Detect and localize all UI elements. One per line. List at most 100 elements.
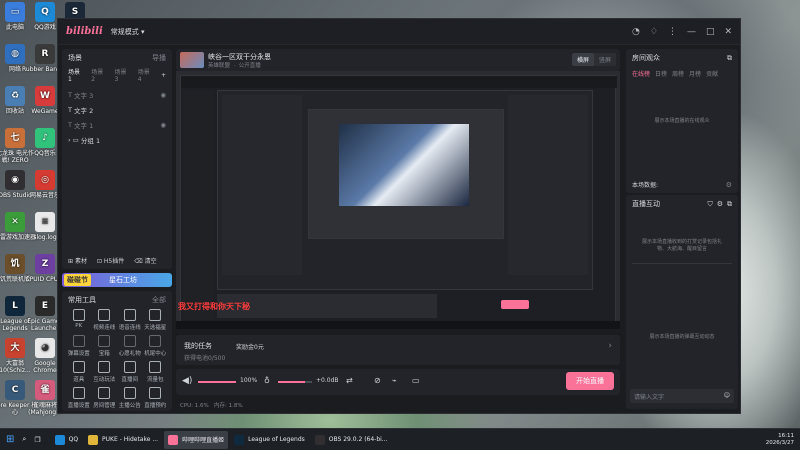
tool-item[interactable]: 互动玩法 [92,361,118,383]
tool-item[interactable]: 机尾中心 [143,335,169,357]
taskbar-app-label: QQ [68,436,79,443]
scene-tab-2[interactable]: 场景2 [91,67,106,83]
tool-item[interactable]: 直播预约 [143,387,169,409]
tool-label: PK [75,323,83,329]
settings-icon[interactable]: ⚙ [726,181,732,189]
scene-tab-1[interactable]: 场景1 [68,67,83,83]
source-item[interactable]: T 文字 2 [62,102,172,117]
scene-tab-3[interactable]: 场景3 [114,67,129,83]
popout-icon[interactable]: ⧉ [727,54,732,63]
cover-thumbnail[interactable] [180,52,204,68]
speaker-volume: 100% [240,377,258,384]
tool-label: 宝箱 [98,351,110,357]
tool-item[interactable]: PK [66,309,92,331]
app-icon: 雀 [35,380,55,400]
add-scene-icon[interactable]: + [161,72,166,79]
popout-icon[interactable]: ⧉ [727,200,732,209]
stream-visibility[interactable]: 公开直播 [239,63,261,69]
tool-icon [98,335,111,347]
task-arrow-icon[interactable]: › [608,341,612,351]
tool-item[interactable]: 心愿礼物 [117,335,143,357]
taskbar-app[interactable]: League of Legends [230,431,309,449]
camera-icon[interactable]: ▭ [412,376,420,385]
scene-panel: 场景 导播 场景1 场景2 场景3 场景4 + T 文字 3 ◉ T 文字 2 T… [62,49,172,269]
mic-icon[interactable]: ♁ [264,376,270,385]
swap-icon[interactable]: ⇄ [346,376,353,385]
mode-selector[interactable]: 常规模式 ▾ [111,27,145,37]
user-icon[interactable]: ◔ [632,27,640,37]
taskbar-app[interactable]: QQ [51,431,82,449]
app-icon: ≡ [35,212,55,232]
app-icon: Z [35,254,55,274]
speaker-icon[interactable]: ◀) [182,376,192,386]
source-item[interactable]: T 文字 1 ◉ [62,117,172,132]
chat-input[interactable]: 请输入文字 ☺ [630,389,734,403]
tool-icon [123,387,136,399]
search-icon[interactable]: ⌕ [22,435,26,444]
taskbar-app[interactable]: 哔哩哔哩直播姬 [164,430,229,449]
clock[interactable]: 16:11 2026/3/27 [766,433,794,447]
stream-category[interactable]: 英雄联盟 [208,63,230,69]
tab-monthly[interactable]: 月榜 [689,69,701,78]
taskbar-app[interactable]: PUKE - Hidetake ... [84,431,162,449]
link-icon[interactable]: ⌁ [392,376,397,385]
tool-label: 弹幕设置 [67,351,90,357]
room-title: 房间观众 [632,54,660,62]
preview-canvas[interactable]: 我又打得和你天下秘 [176,71,620,329]
mute-icon[interactable]: ⊘ [374,376,381,385]
close-icon[interactable]: ✕ [724,27,732,37]
task-view-icon[interactable]: ❐ [34,436,40,444]
tab-online[interactable]: 在线榜 [632,69,650,78]
portrait-tab[interactable]: 竖屏 [594,53,616,66]
tab-weekly[interactable]: 周榜 [672,69,684,78]
minimize-icon[interactable]: — [687,27,696,37]
landscape-tab[interactable]: 横屏 [571,53,594,66]
tool-label: 道具 [73,377,85,383]
assets-button[interactable]: ⊞ 素材 [68,256,87,265]
tool-label: 主播公告 [118,403,141,409]
speaker-slider[interactable] [198,381,236,383]
tool-item[interactable]: 道具 [66,361,92,383]
taskbar-app-icon [88,434,99,445]
more-icon[interactable]: ⋮ [668,27,677,37]
tool-item[interactable]: 流量包 [143,361,169,383]
tab-daily[interactable]: 日榜 [655,69,667,78]
maximize-icon[interactable]: □ [706,27,715,37]
promo-banner[interactable]: 碰碰节 星石工坊 [62,273,172,287]
tool-icon [149,335,162,347]
filter-icon[interactable]: ⛉ [707,200,712,209]
tools-title: 常用工具 [68,296,96,304]
source-item[interactable]: T 文字 3 ◉ [62,87,172,102]
h5-plugin-button[interactable]: ⊡ H5插件 [97,256,124,265]
tool-item[interactable]: 主播公告 [117,387,143,409]
mic-slider[interactable] [278,381,312,383]
source-group[interactable]: › ▭ 分组 1 [62,132,172,147]
tool-item[interactable]: 房间管理 [92,387,118,409]
start-live-button[interactable]: 开始直播 [566,372,614,390]
taskbar-apps: QQ PUKE - Hidetake ... 哔哩哔哩直播姬 League of Le… [51,430,394,449]
emoji-icon[interactable]: ☺ [724,392,730,399]
tool-item[interactable]: 语音连线 [117,309,143,331]
tool-item[interactable]: 天选福星 [143,309,169,331]
settings-icon[interactable]: ⚙ [717,200,723,209]
tools-all-link[interactable]: 全部 [152,295,166,305]
room-stats-label: 本场数据: [632,182,659,189]
clear-button[interactable]: ⌫ 清空 [134,256,156,265]
tool-item[interactable]: 直播设置 [66,387,92,409]
import-button[interactable]: 导播 [152,53,166,63]
tab-contribution[interactable]: 贡献 [706,69,718,78]
eye-icon[interactable]: ◉ [160,91,166,99]
scene-tab-4[interactable]: 场景4 [138,67,153,83]
bell-icon[interactable]: ♢ [650,27,658,37]
eye-icon[interactable]: ◉ [160,121,166,129]
tool-item[interactable]: 宝箱 [92,335,118,357]
danmaku-empty-text: 展示本场直播的弹幕互动动态 [649,334,715,340]
tool-item[interactable]: 弹幕设置 [66,335,92,357]
tool-item[interactable]: 直播间 [117,361,143,383]
taskbar-app[interactable]: OBS 29.0.2 (64-bi... [311,431,392,449]
app-icon: W [35,86,55,106]
tool-item[interactable]: 视频连线 [92,309,118,331]
tools-grid: PK 视频连线 语音连线 天选福星弹幕设置 宝箱 心愿礼物 机尾中心道具 互动玩法 直播间 流量包… [62,309,172,409]
room-empty-text: 展示本场直播的在线观众 [654,118,710,124]
windows-start-icon[interactable]: ⊞ [6,434,14,445]
